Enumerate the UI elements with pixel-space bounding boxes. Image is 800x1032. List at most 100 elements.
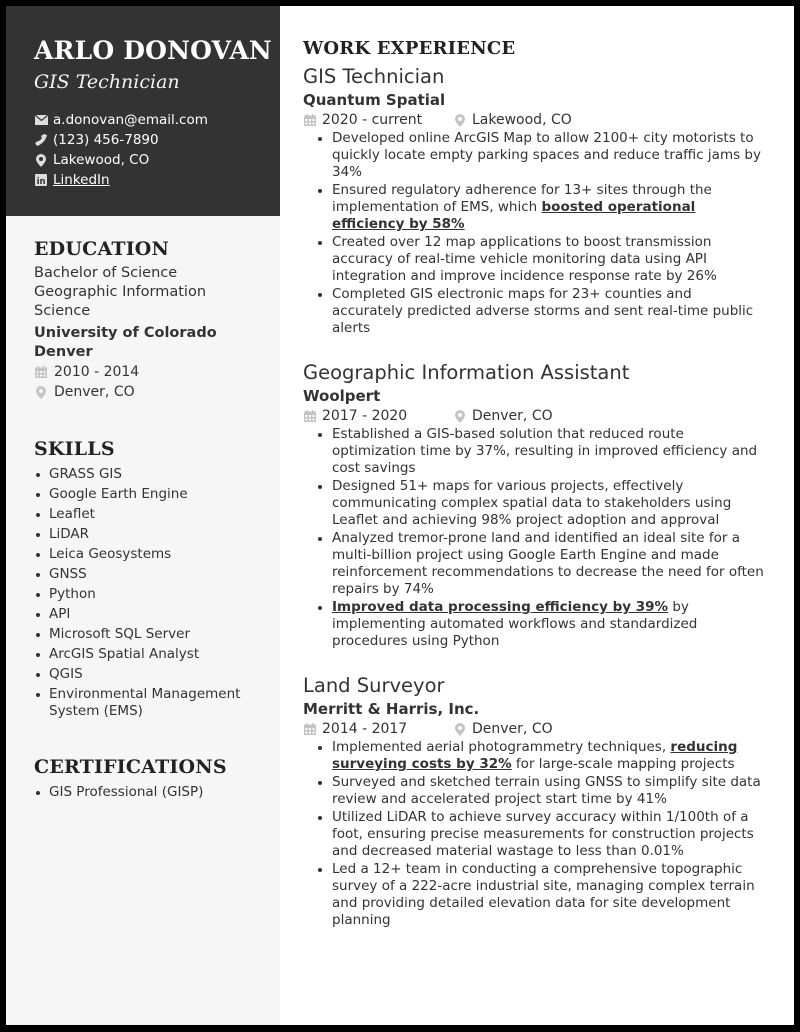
skill-item: Microsoft SQL Server bbox=[34, 626, 274, 643]
skill-item: GNSS bbox=[34, 566, 274, 583]
phone-icon bbox=[34, 133, 48, 147]
job-bullet: Improved data processing efficiency by 3… bbox=[314, 599, 764, 650]
bullet-text-after: for large-scale mapping projects bbox=[511, 756, 735, 772]
job-dates: 2014 - 2017 bbox=[303, 719, 453, 739]
school-name: University of Colorado Denver bbox=[34, 325, 217, 360]
skill-item: LiDAR bbox=[34, 526, 274, 543]
linkedin-link[interactable]: LinkedIn bbox=[53, 170, 110, 190]
education-location-text: Denver, CO bbox=[54, 384, 135, 400]
location-pin-icon bbox=[453, 722, 467, 736]
job-location-text: Denver, CO bbox=[472, 721, 553, 737]
job-bullets: Developed online ArcGIS Map to allow 210… bbox=[314, 130, 794, 337]
skill-item: Google Earth Engine bbox=[34, 486, 274, 503]
bullet-text: Analyzed tremor-prone land and identifie… bbox=[332, 530, 764, 597]
job-bullet: Established a GIS-based solution that re… bbox=[314, 426, 764, 477]
degree: Bachelor of Science bbox=[34, 265, 178, 281]
resume-page: ARLO DONOVAN GIS Technician a.donovan@em… bbox=[6, 6, 794, 1025]
job-bullet: Created over 12 map applications to boos… bbox=[314, 234, 764, 285]
bullet-text: Implemented aerial photogrammetry techni… bbox=[332, 739, 671, 755]
skill-item: Leaflet bbox=[34, 506, 274, 523]
job-bullet: Ensured regulatory adherence for 13+ sit… bbox=[314, 182, 764, 233]
job-meta: 2020 - current Lakewood, CO bbox=[303, 110, 794, 130]
bullet-text: Established a GIS-based solution that re… bbox=[332, 426, 758, 476]
job-bullet: Analyzed tremor-prone land and identifie… bbox=[314, 530, 764, 598]
job-dates: 2017 - 2020 bbox=[303, 406, 453, 426]
job-entry: Land Surveyor Merritt & Harris, Inc. 2014 … bbox=[303, 673, 794, 929]
calendar-icon bbox=[34, 366, 48, 378]
bullet-text: Surveyed and sketched terrain using GNSS… bbox=[332, 774, 761, 807]
job-meta: 2017 - 2020 Denver, CO bbox=[303, 406, 794, 426]
field-of-study: Geographic Information Science bbox=[34, 284, 207, 319]
candidate-name: ARLO DONOVAN bbox=[34, 36, 272, 65]
job-entry: Geographic Information Assistant Woolpert… bbox=[303, 360, 794, 650]
bullet-text: Designed 51+ maps for various projects, … bbox=[332, 478, 732, 528]
education-heading: EDUCATION bbox=[34, 238, 170, 260]
job-entry: GIS Technician Quantum Spatial 2020 - curr… bbox=[303, 64, 794, 337]
candidate-role: GIS Technician bbox=[34, 71, 180, 93]
job-meta: 2014 - 2017 Denver, CO bbox=[303, 719, 794, 739]
location-text: Lakewood, CO bbox=[53, 152, 150, 168]
certification-item: GIS Professional (GISP) bbox=[34, 784, 274, 801]
certifications-list: GIS Professional (GISP) bbox=[34, 784, 280, 801]
education-location: Denver, CO bbox=[34, 382, 280, 402]
envelope-icon bbox=[34, 113, 48, 127]
bullet-text: Developed online ArcGIS Map to allow 210… bbox=[332, 130, 761, 180]
skills-list: GRASS GIS Google Earth Engine Leaflet Li… bbox=[34, 466, 280, 720]
skill-item: Leica Geosystems bbox=[34, 546, 274, 563]
company-name: Merritt & Harris, Inc. bbox=[303, 700, 480, 718]
job-title: GIS Technician bbox=[303, 65, 445, 88]
job-bullet: Completed GIS electronic maps for 23+ co… bbox=[314, 286, 764, 337]
skills-heading: SKILLS bbox=[34, 438, 115, 460]
certifications-heading: CERTIFICATIONS bbox=[34, 756, 227, 778]
job-dates: 2020 - current bbox=[303, 110, 453, 130]
job-bullet: Surveyed and sketched terrain using GNSS… bbox=[314, 774, 764, 808]
job-bullet: Designed 51+ maps for various projects, … bbox=[314, 478, 764, 529]
phone-text: (123) 456-7890 bbox=[53, 132, 159, 148]
certifications-section: CERTIFICATIONS GIS Professional (GISP) bbox=[6, 754, 280, 801]
job-dates-text: 2020 - current bbox=[322, 112, 423, 128]
job-bullet: Developed online ArcGIS Map to allow 210… bbox=[314, 130, 764, 181]
company-name: Woolpert bbox=[303, 387, 381, 405]
bullet-text: Led a 12+ team in conducting a comprehen… bbox=[332, 861, 755, 928]
job-spacer bbox=[303, 651, 794, 671]
job-location-text: Lakewood, CO bbox=[472, 112, 572, 128]
location-pin-icon bbox=[34, 153, 48, 167]
skill-item: QGIS bbox=[34, 666, 274, 683]
calendar-icon bbox=[303, 114, 317, 126]
job-bullets: Implemented aerial photogrammetry techni… bbox=[314, 739, 794, 929]
location-pin-icon bbox=[34, 385, 48, 399]
job-spacer bbox=[303, 338, 794, 358]
job-bullet: Led a 12+ team in conducting a comprehen… bbox=[314, 861, 764, 929]
skill-item: GRASS GIS bbox=[34, 466, 274, 483]
contact-linkedin[interactable]: in LinkedIn bbox=[34, 170, 280, 190]
contact-phone: (123) 456-7890 bbox=[34, 130, 280, 150]
bullet-text: Completed GIS electronic maps for 23+ co… bbox=[332, 286, 754, 336]
bullet-highlight: Improved data processing efficiency by 3… bbox=[332, 599, 669, 615]
linkedin-icon: in bbox=[34, 173, 48, 187]
job-bullets: Established a GIS-based solution that re… bbox=[314, 426, 794, 650]
job-title: Geographic Information Assistant bbox=[303, 361, 630, 384]
job-dates-text: 2014 - 2017 bbox=[322, 721, 408, 737]
main-content: WORK EXPERIENCE GIS Technician Quantum Sp… bbox=[280, 6, 794, 1025]
sidebar: ARLO DONOVAN GIS Technician a.donovan@em… bbox=[6, 6, 280, 1025]
education-dates-text: 2010 - 2014 bbox=[54, 364, 140, 380]
calendar-icon bbox=[303, 723, 317, 735]
email-text: a.donovan@email.com bbox=[53, 112, 208, 128]
contact-location: Lakewood, CO bbox=[34, 150, 280, 170]
company-name: Quantum Spatial bbox=[303, 91, 446, 109]
header-block: ARLO DONOVAN GIS Technician a.donovan@em… bbox=[6, 6, 280, 216]
job-title: Land Surveyor bbox=[303, 674, 445, 697]
skill-item: API bbox=[34, 606, 274, 623]
skill-item: Environmental Management System (EMS) bbox=[34, 686, 274, 720]
contact-email: a.donovan@email.com bbox=[34, 110, 280, 130]
education-dates: 2010 - 2014 bbox=[34, 362, 280, 382]
education-section: EDUCATION Bachelor of Science Geographic… bbox=[6, 236, 280, 402]
location-pin-icon bbox=[453, 409, 467, 423]
skills-section: SKILLS GRASS GIS Google Earth Engine Lea… bbox=[6, 436, 280, 720]
bullet-text: Created over 12 map applications to boos… bbox=[332, 234, 717, 284]
skill-item: ArcGIS Spatial Analyst bbox=[34, 646, 274, 663]
svg-text:in: in bbox=[37, 177, 46, 186]
job-bullet: Implemented aerial photogrammetry techni… bbox=[314, 739, 764, 773]
work-experience-heading: WORK EXPERIENCE bbox=[303, 38, 516, 59]
skill-item: Python bbox=[34, 586, 274, 603]
